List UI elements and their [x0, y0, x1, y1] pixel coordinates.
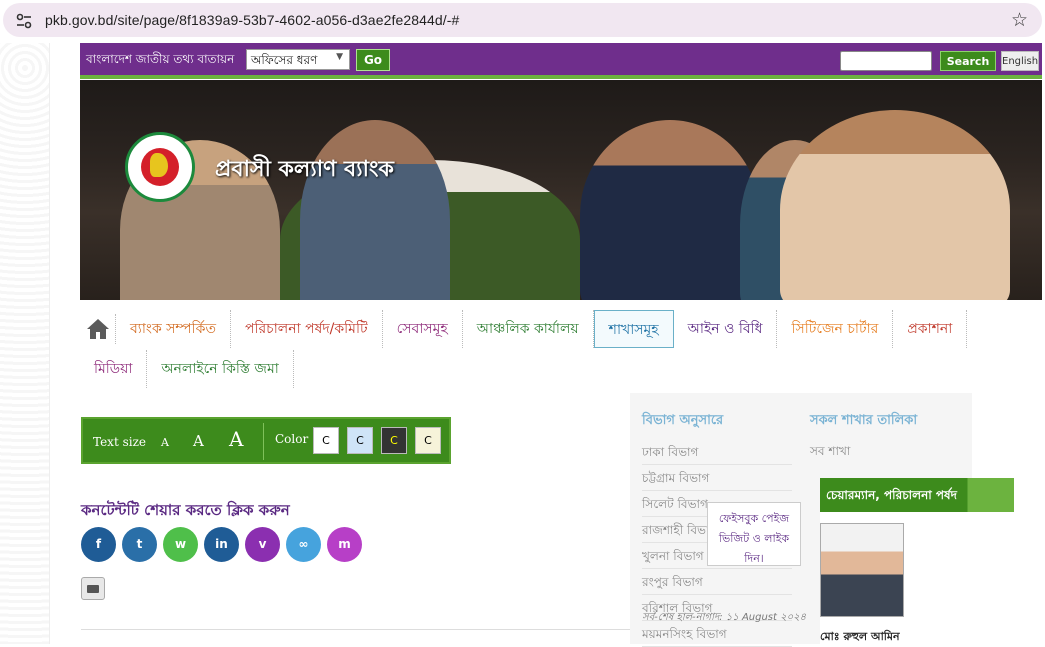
nav-item[interactable]: মিডিয়া — [80, 350, 148, 388]
site-settings-icon[interactable] — [15, 12, 33, 30]
office-type-select[interactable]: অফিসের ধরণ ▼ — [246, 49, 350, 70]
nav-row-primary: ব্যাংক সম্পর্কিত পরিচালনা পর্ষদ/কমিটি সেবা… — [80, 307, 968, 351]
browser-toolbar: pkb.gov.bd/site/page/8f1839a9-53b7-4602-… — [0, 0, 1045, 43]
top-bar: বাংলাদেশ জাতীয় তথ্য বাতায়ন অফিসের ধরণ … — [80, 43, 1042, 79]
home-icon[interactable] — [80, 314, 116, 344]
national-portal-label[interactable]: বাংলাদেশ জাতীয় তথ্য বাতায়ন — [86, 51, 234, 71]
bookmark-star-icon[interactable]: ☆ — [1011, 11, 1028, 30]
url-text[interactable]: pkb.gov.bd/site/page/8f1839a9-53b7-4602-… — [45, 12, 459, 28]
english-language-button[interactable]: English — [1001, 51, 1039, 71]
share-heading: কনটেন্টটি শেয়ার করতে ক্লিক করুন — [81, 501, 290, 519]
text-size-small-button[interactable]: A — [161, 436, 169, 449]
last-updated-text: সর্ব-শেষ হাল-নাগাদ: ১১ August ২০২৪ — [642, 612, 807, 623]
banner-photo-person — [580, 120, 760, 300]
nav-item[interactable]: আইন ও বিধি — [674, 310, 778, 348]
banner-photo-person — [300, 120, 450, 300]
text-size-large-button[interactable]: A — [229, 427, 243, 451]
go-button[interactable]: Go — [356, 49, 390, 71]
color-scheme-button[interactable]: C — [347, 427, 373, 454]
search-button[interactable]: Search — [940, 51, 996, 71]
page-background-pattern — [0, 43, 50, 644]
nav-item[interactable]: শাখাসমূহ — [593, 310, 674, 348]
twitter-share-icon[interactable]: t — [122, 527, 157, 562]
nav-item[interactable]: ব্যাংক সম্পর্কিত — [116, 310, 231, 348]
print-icon[interactable] — [81, 577, 105, 600]
fb-box-line: ভিজিট ও লাইক — [718, 532, 790, 545]
nav-item[interactable]: অনলাইনে কিস্তি জমা — [147, 350, 294, 388]
link-share-icon[interactable]: ∞ — [286, 527, 321, 562]
color-label: Color — [275, 432, 309, 446]
page: বাংলাদেশ জাতীয় তথ্য বাতায়ন অফিসের ধরণ … — [50, 43, 1045, 647]
emblem-map-shape — [150, 153, 168, 177]
nav-item[interactable]: পরিচালনা পর্ষদ/কমিটি — [231, 310, 383, 348]
search-input[interactable] — [840, 51, 932, 71]
all-branches-link[interactable]: সব শাখা — [810, 443, 850, 463]
linkedin-share-icon[interactable]: in — [204, 527, 239, 562]
chairman-name: মোঃ রুহুল আমিন — [820, 630, 900, 643]
fb-box-line: ফেইসবুক পেইজ — [718, 512, 790, 525]
nav-item[interactable]: সেবাসমূহ — [383, 310, 463, 348]
color-scheme-button[interactable]: C — [381, 427, 407, 454]
division-link[interactable]: চট্টগ্রাম বিভাগ — [642, 465, 792, 491]
chairman-photo — [820, 523, 904, 617]
office-type-select-value: অফিসের ধরণ — [251, 53, 318, 67]
text-size-label: Text size — [93, 435, 146, 449]
division-panel-heading: বিভাগ অনুসারে — [642, 413, 724, 428]
accessibility-toolbar: Text size A A A Color CCCC — [81, 417, 451, 464]
fb-box-line: দিন। — [744, 552, 764, 565]
division-link[interactable]: ঢাকা বিভাগ — [642, 439, 792, 465]
facebook-page-box[interactable]: ফেইসবুক পেইজ ভিজিট ও লাইক দিন। — [707, 502, 801, 566]
branch-panel-heading: সকল শাখার তালিকা — [810, 413, 918, 428]
nav-item[interactable]: সিটিজেন চার্টার — [777, 310, 894, 348]
nav-row-secondary: মিডিয়া অনলাইনে কিস্তি জমা — [80, 347, 294, 391]
division-link[interactable]: রংপুর বিভাগ — [642, 569, 792, 595]
text-size-medium-button[interactable]: A — [193, 432, 204, 450]
share-icons: f t w in v ∞ m — [81, 527, 362, 562]
color-scheme-button[interactable]: C — [313, 427, 339, 454]
chevron-down-icon: ▼ — [336, 52, 343, 62]
chairman-heading: চেয়ারম্যান, পরিচালনা পর্ষদ — [820, 478, 1014, 512]
government-emblem-logo[interactable] — [125, 132, 195, 202]
header-banner: প্রবাসী কল্যাণ ব্যাংক — [80, 80, 1042, 300]
toolbar-divider — [263, 423, 264, 460]
facebook-share-icon[interactable]: f — [81, 527, 116, 562]
color-scheme-button[interactable]: C — [415, 427, 441, 454]
site-title[interactable]: প্রবাসী কল্যাণ ব্যাংক — [215, 152, 394, 189]
nav-item[interactable]: আঞ্চলিক কার্যালয় — [463, 310, 594, 348]
nav-item[interactable]: প্রকাশনা — [893, 310, 968, 348]
whatsapp-share-icon[interactable]: w — [163, 527, 198, 562]
address-bar[interactable]: pkb.gov.bd/site/page/8f1839a9-53b7-4602-… — [3, 3, 1042, 37]
messenger-share-icon[interactable]: m — [327, 527, 362, 562]
viber-share-icon[interactable]: v — [245, 527, 280, 562]
banner-photo-person — [780, 110, 1010, 300]
